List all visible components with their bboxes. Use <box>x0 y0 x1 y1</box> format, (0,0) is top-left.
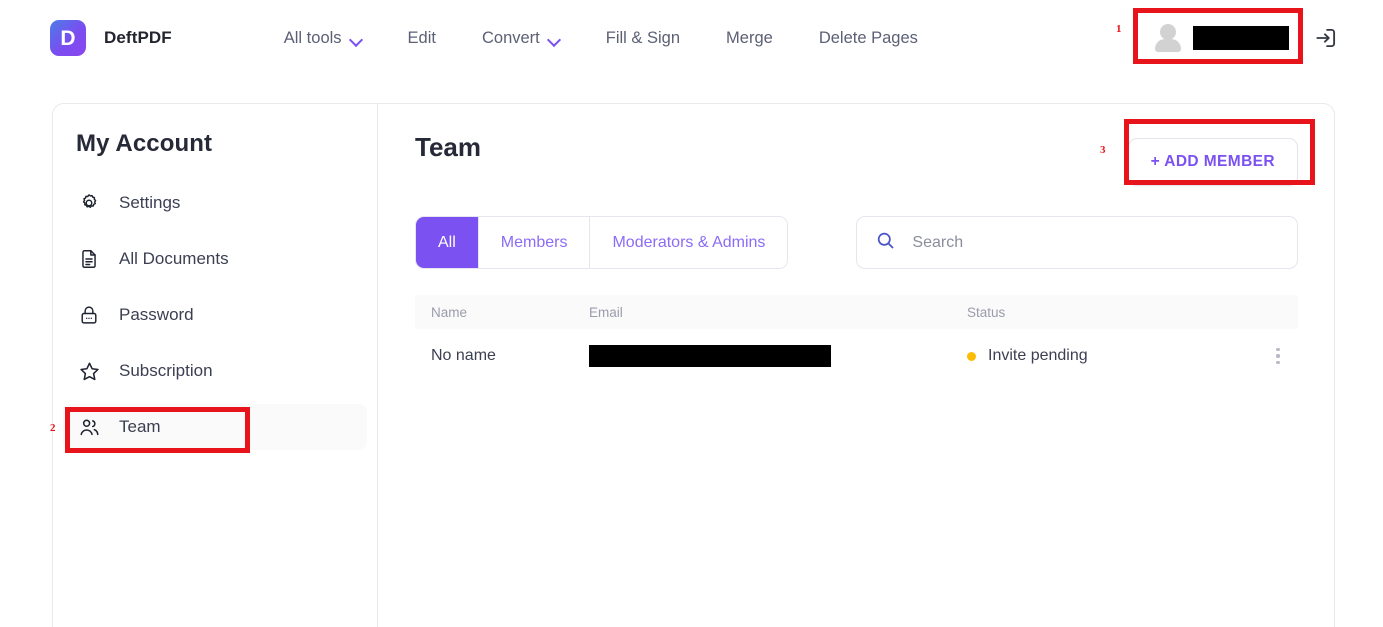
annotation-number-1: 1 <box>1116 23 1122 35</box>
sidebar-nav: Settings All Documents Password Subscrip… <box>53 180 377 450</box>
nav-item-all-tools[interactable]: All tools <box>284 29 362 48</box>
nav-item-merge[interactable]: Merge <box>726 29 773 48</box>
email-redacted <box>589 345 831 367</box>
team-panel: Team + ADD MEMBER All Members Moderators… <box>379 104 1334 627</box>
primary-nav: All tools Edit Convert Fill & Sign Merge… <box>284 29 918 48</box>
navbar-right-group <box>1143 0 1383 76</box>
account-card: My Account Settings All Documents Passwo… <box>52 103 1335 627</box>
team-table: Name Email Status No name Invite pending <box>415 295 1298 383</box>
sidebar-item-settings[interactable]: Settings <box>63 180 367 226</box>
sidebar-item-label: Subscription <box>119 361 213 380</box>
people-icon <box>77 415 101 439</box>
gear-icon <box>77 191 101 215</box>
sidebar-item-label: Team <box>119 417 161 436</box>
nav-item-label: Edit <box>407 28 436 47</box>
column-header-name: Name <box>431 304 468 320</box>
tab-members[interactable]: Members <box>478 217 591 268</box>
nav-item-edit[interactable]: Edit <box>408 29 436 48</box>
cell-email <box>589 345 967 367</box>
lock-icon <box>77 303 101 327</box>
nav-item-label: Fill & Sign <box>605 28 681 47</box>
nav-item-label: Convert <box>481 28 540 47</box>
brand-logo-group[interactable]: D DeftPDF <box>50 20 172 56</box>
user-account-chip[interactable] <box>1143 15 1299 61</box>
annotation-number-2: 2 <box>50 422 56 434</box>
cell-status: Invite pending <box>967 347 1258 365</box>
add-member-button[interactable]: + ADD MEMBER <box>1127 138 1298 186</box>
sidebar-item-subscription[interactable]: Subscription <box>63 348 367 394</box>
sidebar-item-label: Password <box>119 305 194 324</box>
page-title: Team <box>415 132 481 162</box>
sidebar-item-team[interactable]: Team <box>63 404 367 450</box>
cell-name: No name <box>431 347 496 364</box>
annotation-number-3: 3 <box>1100 144 1106 156</box>
nav-item-convert[interactable]: Convert <box>482 29 560 48</box>
document-icon <box>77 247 101 271</box>
panel-header: Team + ADD MEMBER <box>379 104 1334 186</box>
sidebar-item-password[interactable]: Password <box>63 292 367 338</box>
username-redacted <box>1193 26 1289 50</box>
sidebar-item-label: All Documents <box>119 249 229 268</box>
status-dot-icon <box>967 351 976 361</box>
brand-name: DeftPDF <box>104 28 172 47</box>
nav-item-delete-pages[interactable]: Delete Pages <box>819 29 918 48</box>
search-input[interactable] <box>912 233 1279 252</box>
search-box[interactable] <box>856 216 1298 269</box>
nav-item-label: Delete Pages <box>818 28 918 47</box>
nav-item-fill-and-sign[interactable]: Fill & Sign <box>606 29 680 48</box>
user-avatar-icon <box>1153 23 1183 53</box>
chevron-down-icon <box>351 35 362 42</box>
tab-all[interactable]: All <box>416 217 479 268</box>
team-toolbar: All Members Moderators & Admins <box>379 186 1334 269</box>
search-icon <box>875 230 896 256</box>
chevron-down-icon <box>549 35 560 42</box>
logout-icon[interactable] <box>1313 25 1339 51</box>
team-filter-tabs: All Members Moderators & Admins <box>415 216 789 269</box>
column-header-email: Email <box>589 304 623 320</box>
nav-item-label: All tools <box>283 28 342 47</box>
tab-moderators-and-admins[interactable]: Moderators & Admins <box>590 217 788 268</box>
sidebar-title: My Account <box>76 130 213 157</box>
star-icon <box>77 359 101 383</box>
kebab-menu-icon[interactable] <box>1272 344 1283 368</box>
table-row[interactable]: No name Invite pending <box>415 329 1298 383</box>
nav-item-label: Merge <box>726 28 773 47</box>
table-header-row: Name Email Status <box>415 295 1298 329</box>
account-sidebar: My Account Settings All Documents Passwo… <box>53 104 378 627</box>
sidebar-item-label: Settings <box>119 193 181 212</box>
status-badge: Invite pending <box>988 347 1088 364</box>
top-navbar: D DeftPDF All tools Edit Convert Fill & … <box>0 0 1383 76</box>
sidebar-item-all-documents[interactable]: All Documents <box>63 236 367 282</box>
deftpdf-logo-icon: D <box>50 20 86 56</box>
cell-actions <box>1258 344 1298 368</box>
column-header-status: Status <box>967 304 1006 320</box>
